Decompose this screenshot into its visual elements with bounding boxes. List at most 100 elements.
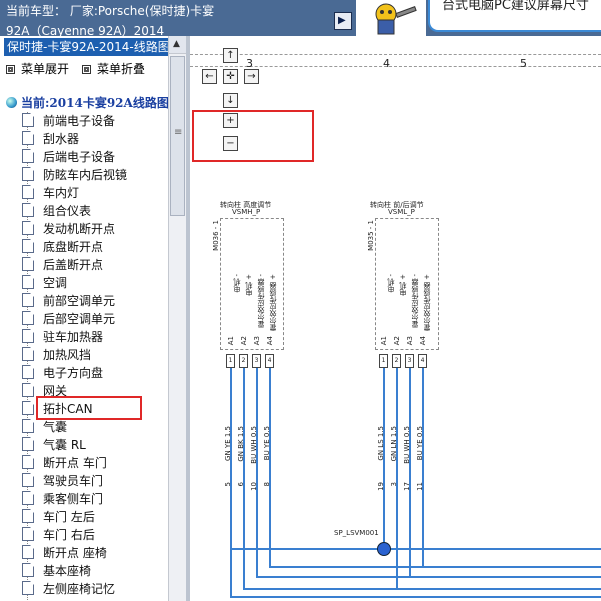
tree-item[interactable]: 车内灯 (22, 184, 79, 202)
tree-item-label: 空调 (43, 276, 68, 290)
tree-item[interactable]: 车门 右后 (22, 526, 95, 544)
sidebar-scrollbar[interactable]: ▲ ≡ (168, 36, 186, 601)
tree-item-label: 底盘断开点 (43, 240, 104, 254)
wire-number: 8 (263, 482, 271, 487)
wire-bus[interactable] (243, 588, 601, 590)
document-icon (22, 455, 34, 469)
document-icon (22, 347, 34, 361)
tree-item-label: 基本座椅 (43, 564, 92, 578)
document-icon (22, 365, 34, 379)
component-id: M036 - 1 (212, 220, 220, 251)
pin-label: 霍尔效应传感器 + (423, 274, 431, 332)
tree-item-label: 后端电子设备 (43, 150, 116, 164)
tree-item[interactable]: 组合仪表 (22, 202, 91, 220)
tree-item[interactable]: 后部空调单元 (22, 310, 115, 328)
pan-up-button[interactable]: ↑ (223, 48, 238, 63)
tree-item-label: 后部空调单元 (43, 312, 116, 326)
tree-item[interactable]: 后端电子设备 (22, 148, 115, 166)
tree-item-label: 断开点 座椅 (43, 546, 107, 560)
wire-bus[interactable] (230, 548, 601, 550)
top-info-bar: 当前车型： 厂家:Porsche(保时捷)卡宴 92A（Cayenne 92A）… (0, 0, 601, 36)
grip-icon: ≡ (174, 127, 182, 138)
tree-item[interactable]: 气囊 RL (22, 436, 86, 454)
pin-label: 电机 + (399, 274, 407, 297)
wire-number: 11 (416, 482, 424, 491)
wire-number: 6 (237, 482, 245, 487)
tree-root-current[interactable]: 当前:2014卡宴92A线路图 (6, 94, 169, 111)
document-icon (22, 167, 34, 181)
wire-spec: BU WH 0.5 (250, 426, 258, 464)
terminal: 3 (252, 354, 261, 368)
wire[interactable] (422, 368, 424, 568)
wire[interactable] (256, 368, 258, 578)
wire-spec: BU YE 0.5 (263, 426, 271, 461)
terminal: 3 (405, 354, 414, 368)
menu-collapse-button[interactable]: 菜单折叠 (82, 60, 145, 77)
wire-bus[interactable] (230, 596, 601, 598)
pan-left-button[interactable]: ← (202, 69, 217, 84)
wire-bus[interactable] (256, 576, 601, 578)
wire[interactable] (269, 368, 271, 568)
tree-item[interactable]: 驻车加热器 (22, 328, 103, 346)
wire[interactable] (409, 368, 411, 578)
tree-item-label: 电子方向盘 (43, 366, 104, 380)
terminal: 2 (239, 354, 248, 368)
wiring-diagram[interactable]: 3 4 5 ↑ ← ✛ → ↓ + − 转向柱 高度调节 VSMH_P M036… (190, 36, 601, 601)
wire-spec: BU WH 0.5 (403, 426, 411, 464)
tree-item[interactable]: 前端电子设备 (22, 112, 115, 130)
tree-item[interactable]: 电子方向盘 (22, 364, 103, 382)
tree-item[interactable]: 断开点 车门 (22, 454, 107, 472)
expand-panel-button[interactable]: ▶ (334, 12, 352, 30)
tree-item[interactable]: 后盖断开点 (22, 256, 103, 274)
pan-down-button[interactable]: ↓ (223, 93, 238, 108)
tree-item-label: 加热风挡 (43, 348, 92, 362)
tree-item[interactable]: 车门 左后 (22, 508, 95, 526)
document-icon (22, 149, 34, 163)
document-icon (22, 131, 34, 145)
globe-icon (6, 97, 17, 108)
document-icon (22, 329, 34, 343)
wire-bus[interactable] (269, 566, 601, 568)
tree-item-label: 驾驶员车门 (43, 474, 104, 488)
vehicle-label: 当前车型： 厂家:Porsche(保时捷)卡宴 (6, 4, 215, 18)
splice-node[interactable] (377, 542, 391, 556)
menu-expand-button[interactable]: 菜单展开 (6, 60, 69, 77)
tree-item[interactable]: 左侧座椅记忆 (22, 580, 115, 598)
tree-item[interactable]: 发动机断开点 (22, 220, 115, 238)
scroll-thumb[interactable]: ≡ (170, 56, 185, 216)
tree-item-label: 刮水器 (43, 132, 80, 146)
pin-id: A4 (419, 336, 427, 346)
tree-item-label: 前部空调单元 (43, 294, 116, 308)
tree-item[interactable]: 空调 (22, 274, 67, 292)
terminal: 2 (392, 354, 401, 368)
tree-item[interactable]: 防眩车内后视镜 (22, 166, 127, 184)
sidebar: 保时捷-卡宴92A-2014-线路图 菜单展开 菜单折叠 当前:2014卡宴92… (0, 36, 186, 601)
scroll-up-button[interactable]: ▲ (169, 36, 186, 54)
ad-banner: 台式电脑PC建议屏幕尺寸 (428, 0, 601, 32)
wire[interactable] (243, 368, 245, 590)
document-icon (22, 581, 34, 595)
tree-item[interactable]: 加热风挡 (22, 346, 91, 364)
tree-item[interactable]: 乘客侧车门 (22, 490, 103, 508)
tree-item-label: 乘客侧车门 (43, 492, 104, 506)
pin-label: 电机 + (245, 274, 253, 297)
wire-number: 3 (390, 482, 398, 487)
wire-number: 19 (377, 482, 385, 491)
tree-item-label: 左侧座椅记忆 (43, 582, 116, 596)
pin-id: A3 (253, 336, 261, 346)
pan-right-button[interactable]: → (244, 69, 259, 84)
tree-item[interactable]: 刮水器 (22, 130, 79, 148)
tree-item[interactable]: 气囊 (22, 418, 67, 436)
wire[interactable] (396, 368, 398, 590)
document-icon (22, 491, 34, 505)
wire-spec: BU YE 0.5 (416, 426, 424, 461)
tree-item[interactable]: 前部空调单元 (22, 292, 115, 310)
tree-item[interactable]: 基本座椅 (22, 562, 91, 580)
tree-item[interactable]: 驾驶员车门 (22, 472, 103, 490)
wire-number: 10 (250, 482, 258, 491)
pin-label: 霍尔效应传感器 + (269, 274, 277, 332)
tree-item[interactable]: 断开点 座椅 (22, 544, 107, 562)
pan-center-button[interactable]: ✛ (223, 69, 238, 84)
tree-item[interactable]: 底盘断开点 (22, 238, 103, 256)
sidebar-title: 保时捷-卡宴92A-2014-线路图 (4, 38, 168, 56)
